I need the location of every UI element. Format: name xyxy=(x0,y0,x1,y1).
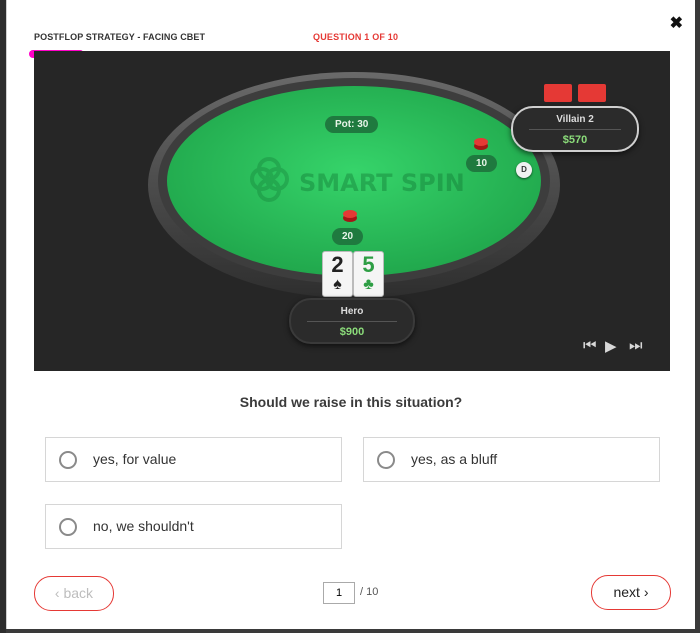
question-counter: QUESTION 1 OF 10 xyxy=(313,32,399,42)
radio-icon[interactable] xyxy=(377,451,395,469)
chevron-right-icon: › xyxy=(643,584,649,600)
quiz-title: POSTFLOP STRATEGY - FACING CBET xyxy=(34,32,206,42)
dealer-button: D xyxy=(516,162,532,178)
seat-divider xyxy=(307,321,397,322)
next-button[interactable]: next › xyxy=(591,575,671,610)
option-label: no, we shouldn't xyxy=(93,518,194,534)
hero-name: Hero xyxy=(340,306,364,317)
answer-option-value[interactable]: yes, for value xyxy=(45,437,342,482)
option-label: yes, for value xyxy=(93,451,177,467)
option-label: yes, as a bluff xyxy=(411,451,498,467)
radio-icon[interactable] xyxy=(59,518,77,536)
villain-card-back xyxy=(578,84,606,102)
skip-back-icon[interactable]: ⏮ xyxy=(583,337,597,354)
card-rank: 5 xyxy=(362,252,375,277)
poker-table-view: SMART SPIN Pot: 30 10 20 Villain 2 $570 … xyxy=(34,51,670,371)
skip-forward-icon[interactable]: ⏭ xyxy=(629,337,643,354)
villain-card-back xyxy=(544,84,572,102)
play-icon[interactable]: ▶ xyxy=(605,337,617,355)
hero-card: 2 ♠ xyxy=(322,251,353,297)
radio-icon[interactable] xyxy=(59,451,77,469)
answer-option-bluff[interactable]: yes, as a bluff xyxy=(363,437,660,482)
hero-seat: Hero $900 xyxy=(289,298,415,344)
spade-icon: ♠ xyxy=(333,276,342,293)
hero-card: 5 ♣ xyxy=(353,251,384,297)
villain-chip xyxy=(474,138,488,150)
back-label: back xyxy=(63,585,94,601)
seat-divider xyxy=(529,129,621,130)
page-total: / 10 xyxy=(360,586,379,598)
villain-seat: Villain 2 $570 xyxy=(511,106,639,152)
hero-bet-amount: 20 xyxy=(332,228,364,245)
hero-chip xyxy=(343,210,357,222)
club-icon: ♣ xyxy=(363,276,374,293)
card-rank: 2 xyxy=(331,252,344,277)
next-label: next xyxy=(613,584,640,600)
pot-label: Pot: 30 xyxy=(325,116,379,133)
back-button[interactable]: ‹ back xyxy=(34,576,114,611)
villain-stack: $570 xyxy=(562,134,588,146)
quiz-modal: POSTFLOP STRATEGY - FACING CBET QUESTION… xyxy=(6,0,695,629)
villain-bet-amount: 10 xyxy=(466,155,498,172)
hero-stack: $900 xyxy=(339,326,365,338)
watermark-text: SMART SPIN xyxy=(299,169,465,197)
chevron-left-icon: ‹ xyxy=(54,585,60,601)
villain-name: Villain 2 xyxy=(556,114,594,125)
answer-option-no[interactable]: no, we shouldn't xyxy=(45,504,342,549)
page-number-input[interactable] xyxy=(323,582,355,604)
question-text: Should we raise in this situation? xyxy=(239,394,463,410)
close-icon[interactable]: ✖ xyxy=(670,13,683,33)
